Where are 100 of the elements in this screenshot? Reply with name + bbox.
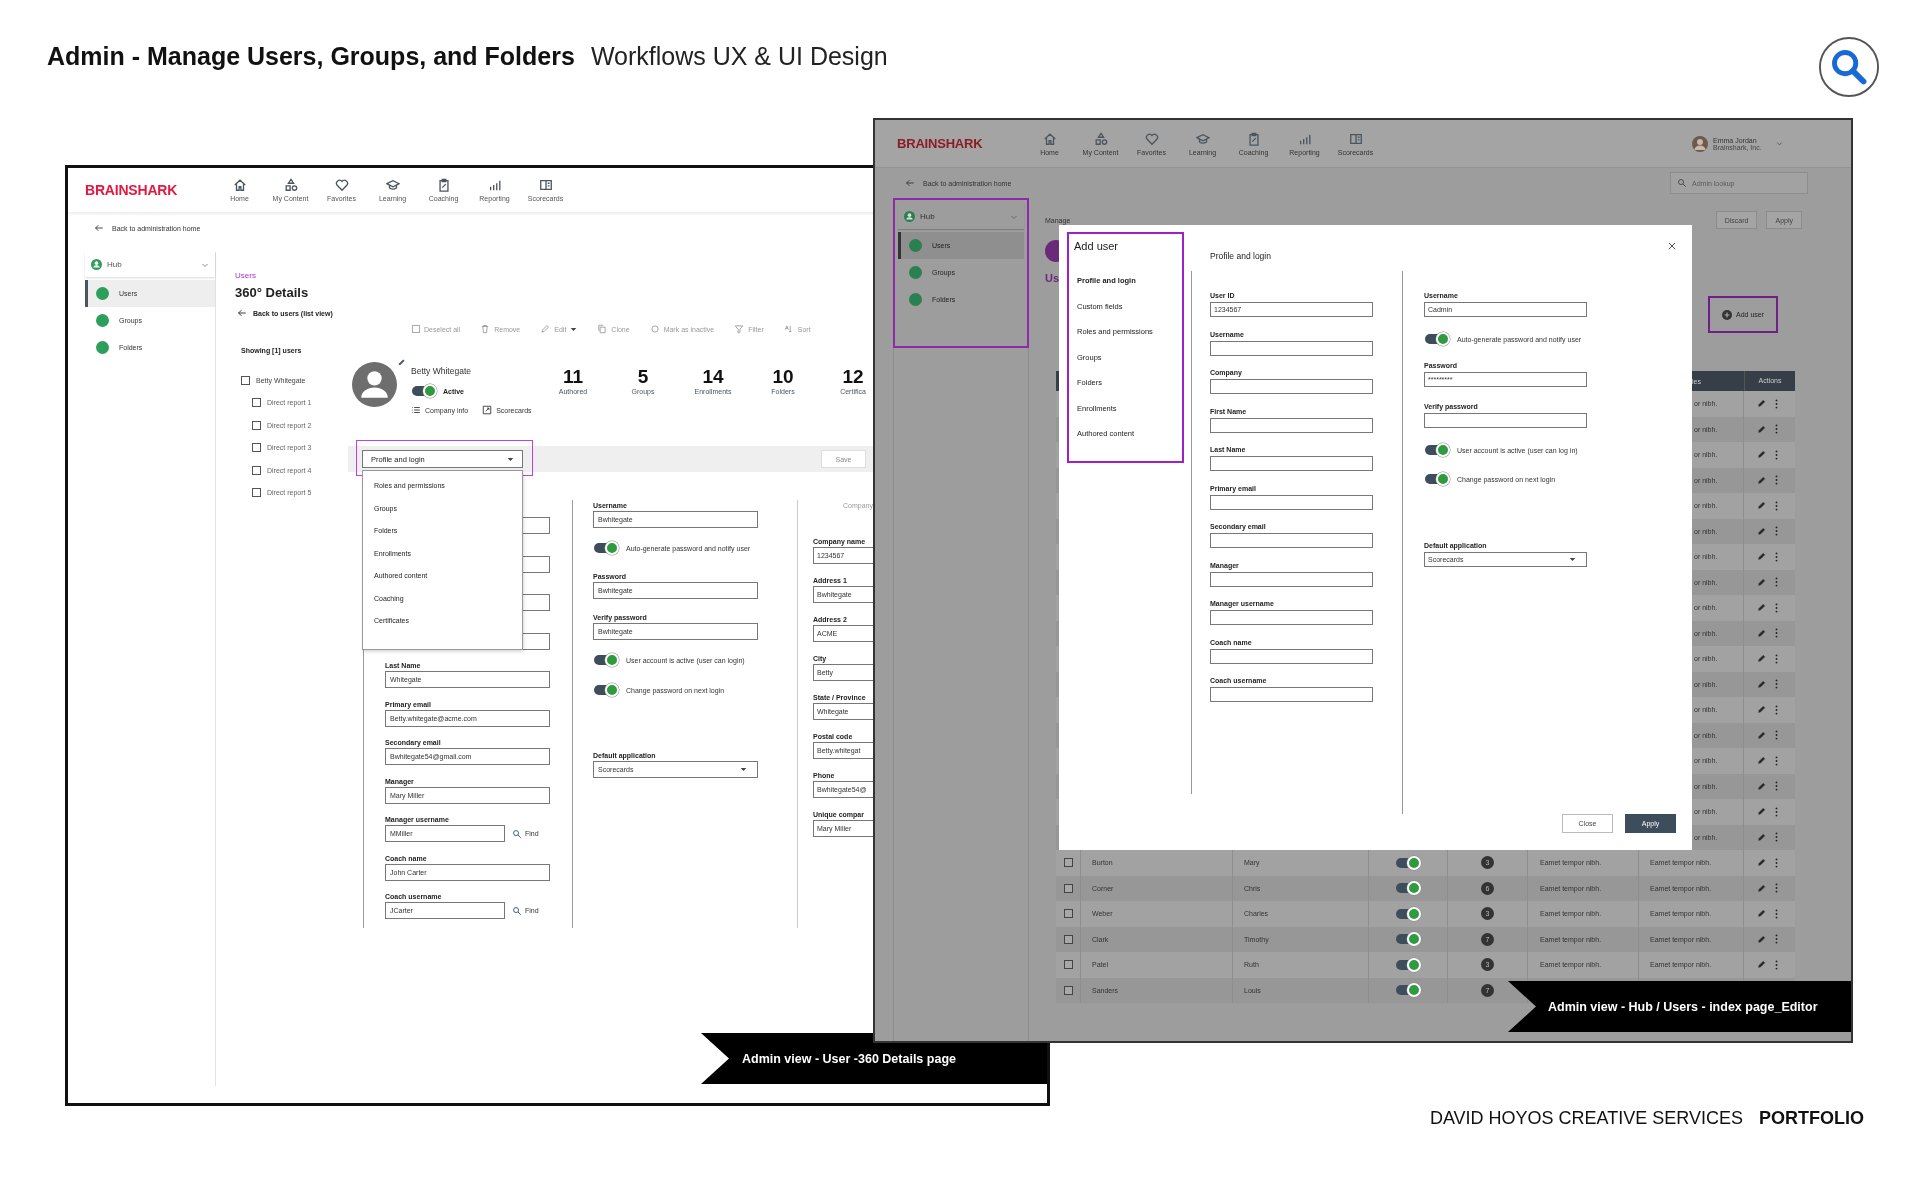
checkbox[interactable]	[252, 465, 261, 475]
pencil-icon[interactable]	[1757, 450, 1766, 460]
more-icon[interactable]	[1775, 577, 1778, 588]
more-icon[interactable]	[1775, 653, 1778, 664]
more-icon[interactable]	[1775, 628, 1778, 639]
checkbox[interactable]	[241, 375, 250, 385]
toggle-switch[interactable]	[1395, 957, 1421, 972]
page-subtitle: Workflows UX & UI Design	[590, 42, 888, 71]
checkbox[interactable]	[1064, 985, 1073, 995]
pencil-icon[interactable]	[1757, 705, 1766, 715]
more-icon[interactable]	[1775, 730, 1778, 741]
pencil-icon[interactable]	[1757, 756, 1766, 766]
pencil-icon[interactable]	[397, 358, 406, 367]
checkbox[interactable]	[1064, 883, 1073, 893]
pencil-icon[interactable]	[1757, 577, 1766, 587]
more-icon[interactable]	[1775, 424, 1778, 435]
more-icon[interactable]	[1775, 449, 1778, 460]
input-field[interactable]	[1210, 610, 1373, 625]
toggle-switch[interactable]	[1395, 881, 1421, 896]
pencil-icon[interactable]	[1757, 934, 1766, 944]
copy-icon	[597, 324, 608, 334]
more-icon[interactable]	[1775, 857, 1778, 868]
checkbox[interactable]	[1064, 934, 1073, 944]
home-icon	[232, 178, 247, 192]
input-field[interactable]	[1210, 417, 1373, 433]
more-icon[interactable]	[1775, 908, 1778, 919]
more-icon[interactable]	[1775, 704, 1778, 715]
toggle-switch[interactable]	[1424, 332, 1450, 346]
pencil-icon[interactable]	[1757, 501, 1766, 511]
more-icon[interactable]	[1775, 832, 1778, 843]
input-field[interactable]	[1210, 533, 1373, 548]
more-icon[interactable]	[1775, 934, 1778, 945]
checkbox[interactable]	[252, 398, 261, 407]
checkbox[interactable]	[1064, 960, 1073, 970]
pencil-icon[interactable]	[1757, 807, 1766, 817]
pencil-icon[interactable]	[1757, 960, 1766, 970]
breadcrumb[interactable]: Users	[235, 271, 256, 281]
checkbox[interactable]	[252, 443, 261, 452]
pencil-icon[interactable]	[1757, 858, 1766, 868]
avatar	[352, 362, 397, 407]
more-icon[interactable]	[1775, 806, 1778, 817]
pencil-icon[interactable]	[1757, 781, 1766, 791]
input-field[interactable]	[1210, 494, 1373, 510]
close-icon[interactable]	[1667, 241, 1677, 251]
checkbox[interactable]	[252, 488, 261, 497]
pencil-icon[interactable]	[1757, 552, 1766, 562]
toggle-switch[interactable]	[411, 384, 437, 398]
pencil-icon[interactable]	[1757, 424, 1766, 434]
pencil-icon[interactable]	[1757, 399, 1766, 409]
toggle-switch[interactable]	[593, 653, 619, 667]
input-field[interactable]	[1424, 413, 1587, 428]
input-field[interactable]	[1210, 379, 1373, 394]
pencil-icon[interactable]	[1757, 475, 1766, 485]
toggle-switch[interactable]	[1395, 983, 1421, 998]
pencil-icon[interactable]	[1757, 730, 1766, 740]
avatar[interactable]	[1692, 135, 1708, 152]
pencil-icon[interactable]	[1757, 526, 1766, 536]
circle-icon	[96, 341, 109, 354]
more-icon[interactable]	[1775, 679, 1778, 690]
pencil-icon[interactable]	[1757, 603, 1766, 613]
toggle-switch[interactable]	[593, 683, 619, 697]
checkbox[interactable]	[252, 420, 261, 430]
more-icon[interactable]	[1775, 959, 1778, 970]
input-field[interactable]	[1210, 648, 1373, 664]
checkbox[interactable]	[1064, 858, 1073, 868]
more-icon[interactable]	[1775, 475, 1778, 486]
pencil-icon[interactable]	[1757, 909, 1766, 919]
pencil-icon[interactable]	[1757, 654, 1766, 664]
back-arrow-icon[interactable]	[237, 308, 247, 318]
panel-icon	[1348, 131, 1363, 146]
toggle-switch[interactable]	[1395, 855, 1421, 870]
more-icon[interactable]	[1775, 602, 1778, 613]
toggle-switch[interactable]	[1395, 906, 1421, 921]
toggle-switch[interactable]	[1395, 932, 1421, 947]
toggle-switch[interactable]	[1424, 472, 1450, 486]
toggle-switch[interactable]	[1424, 443, 1450, 457]
search-icon	[512, 828, 522, 839]
more-icon[interactable]	[1775, 883, 1778, 894]
checkbox[interactable]	[1064, 909, 1073, 919]
more-icon[interactable]	[1775, 551, 1778, 562]
input-field[interactable]	[1210, 456, 1373, 471]
stat-value: 12	[842, 366, 864, 388]
input-field[interactable]	[1210, 687, 1373, 702]
toggle-switch[interactable]	[593, 541, 619, 555]
pencil-icon[interactable]	[1757, 628, 1766, 638]
search-icon[interactable]	[1818, 36, 1880, 98]
pencil-icon[interactable]	[1757, 832, 1766, 842]
pencil-icon[interactable]	[1757, 679, 1766, 689]
more-icon[interactable]	[1775, 526, 1778, 537]
input-field[interactable]	[1210, 571, 1373, 587]
hub-selector[interactable]: Hub	[85, 252, 215, 277]
pencil-icon[interactable]	[1757, 883, 1766, 893]
back-arrow-icon[interactable]	[94, 223, 104, 233]
more-icon[interactable]	[1775, 500, 1778, 511]
circle-icon	[96, 287, 109, 300]
hub-selector[interactable]: Hub	[898, 204, 1024, 229]
more-icon[interactable]	[1775, 398, 1778, 409]
more-icon[interactable]	[1775, 781, 1778, 792]
more-icon[interactable]	[1775, 755, 1778, 766]
input-field[interactable]	[1210, 340, 1373, 356]
